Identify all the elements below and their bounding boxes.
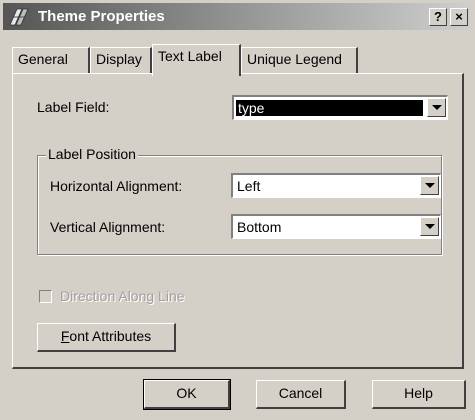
- font-attributes-label: ont Attributes: [69, 328, 152, 344]
- title-bar[interactable]: Theme Properties ? ×: [3, 3, 472, 30]
- help-button[interactable]: Help: [372, 380, 466, 409]
- font-attributes-button[interactable]: Font Attributes: [37, 323, 176, 352]
- chevron-down-icon[interactable]: [427, 98, 446, 117]
- horizontal-alignment-select[interactable]: Left: [231, 173, 441, 198]
- text-label-panel: Label Field: type Label Position Horizon…: [12, 73, 464, 369]
- label-position-title: Label Position: [46, 146, 138, 162]
- label-field-value: type: [236, 100, 423, 116]
- vertical-alignment-label: Vertical Alignment:: [50, 219, 166, 235]
- ok-button[interactable]: OK: [143, 379, 231, 410]
- label-field-label: Label Field:: [37, 99, 110, 115]
- tab-text-label[interactable]: Text Label: [152, 44, 241, 76]
- chevron-down-icon[interactable]: [420, 176, 439, 195]
- theme-properties-dialog: Theme Properties ? × General Display Tex…: [0, 0, 475, 420]
- vertical-alignment-value: Bottom: [237, 219, 282, 235]
- tab-unique-legend[interactable]: Unique Legend: [241, 47, 358, 73]
- direction-along-line-checkbox[interactable]: [39, 290, 52, 303]
- label-field-select[interactable]: type: [232, 95, 448, 120]
- tab-general[interactable]: General: [12, 47, 90, 73]
- cancel-button[interactable]: Cancel: [256, 380, 346, 409]
- direction-along-line-label: Direction Along Line: [60, 288, 185, 304]
- help-title-button[interactable]: ?: [429, 8, 447, 26]
- horizontal-alignment-label: Horizontal Alignment:: [50, 178, 183, 194]
- label-position-group: Label Position Horizontal Alignment: Lef…: [37, 146, 442, 255]
- vertical-alignment-select[interactable]: Bottom: [231, 214, 441, 239]
- tab-display[interactable]: Display: [90, 47, 152, 73]
- window-title: Theme Properties: [38, 8, 165, 25]
- chevron-down-icon[interactable]: [420, 217, 439, 236]
- close-button[interactable]: ×: [450, 8, 468, 26]
- horizontal-alignment-value: Left: [237, 178, 261, 194]
- theme-app-icon: [8, 8, 32, 26]
